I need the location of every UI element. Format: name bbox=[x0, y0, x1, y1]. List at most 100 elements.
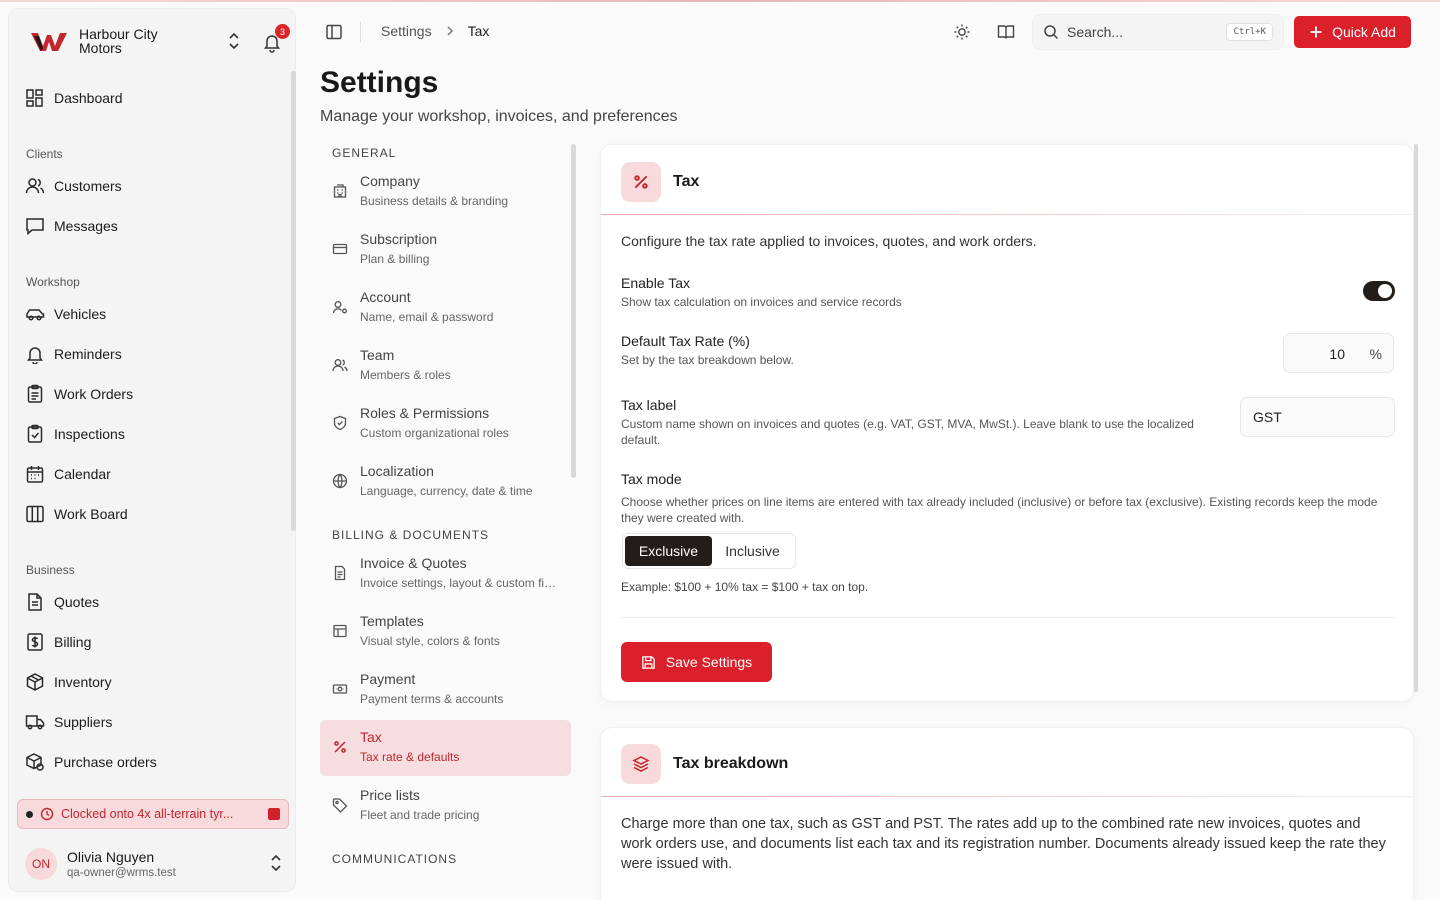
dollar-icon bbox=[27, 633, 43, 651]
search-input[interactable]: Search... Ctrl+K bbox=[1032, 14, 1284, 50]
search-placeholder: Search... bbox=[1067, 24, 1124, 40]
settings-nav-subtitle: Payment terms & accounts bbox=[360, 692, 504, 706]
settings-nav-templates[interactable]: Templates Visual style, colors & fonts bbox=[320, 604, 571, 660]
chevrons-up-down-icon[interactable] bbox=[225, 31, 243, 51]
sidebar-item-purchase-orders[interactable]: Purchase orders bbox=[25, 748, 157, 776]
settings-nav-subtitle: Fleet and trade pricing bbox=[360, 808, 480, 822]
sidebar-item-label: Inspections bbox=[54, 426, 125, 442]
sidebar-item-dashboard[interactable]: Dashboard bbox=[25, 84, 123, 112]
plus-icon bbox=[1310, 26, 1322, 38]
user-email: qa-owner@wrms.test bbox=[67, 867, 176, 879]
users-icon bbox=[25, 178, 45, 194]
settings-group-billing: BILLING & DOCUMENTS bbox=[332, 528, 490, 542]
clock-icon bbox=[40, 807, 54, 821]
card-header-rule bbox=[601, 796, 1413, 797]
sidebar-toggle-icon[interactable] bbox=[324, 22, 344, 42]
tax-breakdown-header: Tax breakdown bbox=[621, 744, 788, 784]
team-icon bbox=[332, 359, 348, 372]
settings-nav-scrollbar[interactable] bbox=[571, 144, 576, 478]
settings-nav-title: Templates bbox=[360, 613, 424, 629]
sidebar-item-label: Calendar bbox=[54, 466, 111, 482]
avatar: ON bbox=[25, 848, 57, 880]
settings-nav-subscription[interactable]: Subscription Plan & billing bbox=[320, 222, 571, 278]
settings-nav-team[interactable]: Team Members & roles bbox=[320, 338, 571, 394]
sidebar-item-quotes[interactable]: Quotes bbox=[25, 588, 99, 616]
brand-logo-icon bbox=[31, 33, 67, 51]
settings-nav-company[interactable]: Company Business details & branding bbox=[320, 164, 571, 220]
tax-label-label: Tax label bbox=[621, 397, 677, 413]
sidebar-item-suppliers[interactable]: Suppliers bbox=[25, 708, 112, 736]
settings-nav-payment[interactable]: Payment Payment terms & accounts bbox=[320, 662, 571, 718]
settings-nav-title: Tax bbox=[360, 729, 382, 745]
settings-nav-account[interactable]: Account Name, email & password bbox=[320, 280, 571, 336]
tax-mode-help: Choose whether prices on line items are … bbox=[621, 495, 1378, 525]
sidebar-item-billing[interactable]: Billing bbox=[25, 628, 91, 656]
quick-add-label: Quick Add bbox=[1332, 24, 1396, 40]
settings-nav-tax[interactable]: Tax Tax rate & defaults bbox=[320, 720, 571, 776]
brand[interactable]: Harbour City Motors bbox=[29, 27, 179, 55]
settings-nav-roles[interactable]: Roles & Permissions Custom organizationa… bbox=[320, 396, 571, 452]
sidebar-item-label: Work Orders bbox=[54, 386, 134, 402]
percent-suffix: % bbox=[1369, 346, 1382, 362]
sidebar-scrollbar[interactable] bbox=[291, 71, 296, 531]
settings-nav-invoice-quotes[interactable]: Invoice & Quotes Invoice settings, layou… bbox=[320, 546, 571, 602]
settings-nav-subtitle: Invoice settings, layout & custom fields bbox=[360, 576, 560, 590]
content-scrollbar[interactable] bbox=[1414, 144, 1418, 692]
notification-badge: 3 bbox=[275, 24, 290, 39]
sidebar-item-work-orders[interactable]: Work Orders bbox=[25, 380, 133, 408]
breadcrumb-settings[interactable]: Settings bbox=[381, 23, 432, 39]
tax-card-header: Tax bbox=[621, 162, 699, 202]
sidebar-item-label: Dashboard bbox=[54, 90, 123, 106]
enable-tax-toggle[interactable] bbox=[1363, 281, 1395, 301]
settings-nav-localization[interactable]: Localization Language, currency, date & … bbox=[320, 454, 571, 510]
default-rate-help: Set by the tax breakdown below. bbox=[621, 353, 794, 367]
bell-icon bbox=[27, 347, 43, 364]
tax-mode-example: Example: $100 + 10% tax = $100 + tax on … bbox=[621, 580, 869, 594]
settings-nav-subtitle: Visual style, colors & fonts bbox=[360, 634, 500, 648]
toolbar-divider bbox=[360, 22, 361, 42]
tax-label-input[interactable]: GST bbox=[1240, 397, 1395, 437]
save-settings-button[interactable]: Save Settings bbox=[621, 642, 772, 682]
sidebar-item-vehicles[interactable]: Vehicles bbox=[25, 300, 106, 328]
clipboard-check-icon bbox=[27, 424, 43, 443]
tax-mode-inclusive-option[interactable]: Inclusive bbox=[712, 536, 793, 566]
tax-label-help: Custom name shown on invoices and quotes… bbox=[621, 417, 1194, 447]
docs-book-icon[interactable] bbox=[996, 22, 1016, 42]
document-icon bbox=[28, 593, 42, 611]
stop-timer-button[interactable] bbox=[268, 808, 280, 820]
sidebar-item-label: Suppliers bbox=[54, 714, 113, 730]
sidebar-item-work-board[interactable]: Work Board bbox=[25, 500, 128, 528]
sidebar-item-calendar[interactable]: Calendar bbox=[25, 460, 111, 488]
settings-nav-price-lists[interactable]: Price lists Fleet and trade pricing bbox=[320, 778, 571, 834]
settings-nav-title: Payment bbox=[360, 671, 416, 687]
dashboard-icon bbox=[26, 89, 43, 107]
sidebar-item-inventory[interactable]: Inventory bbox=[25, 668, 112, 696]
globe-icon bbox=[332, 473, 348, 489]
settings-group-general: GENERAL bbox=[332, 146, 397, 160]
board-icon bbox=[26, 505, 44, 523]
sidebar-item-inspections[interactable]: Inspections bbox=[25, 420, 125, 448]
sidebar-item-reminders[interactable]: Reminders bbox=[25, 340, 122, 368]
default-rate-input[interactable]: 10 % bbox=[1283, 333, 1394, 373]
settings-nav-subtitle: Business details & branding bbox=[360, 194, 509, 208]
sidebar-item-customers[interactable]: Customers bbox=[25, 172, 122, 200]
shield-icon bbox=[333, 415, 347, 431]
settings-nav-title: Roles & Permissions bbox=[360, 405, 490, 421]
percent-icon bbox=[334, 741, 346, 753]
user-menu[interactable]: ON Olivia Nguyen qa-owner@wrms.test bbox=[25, 843, 285, 885]
clipboard-icon bbox=[27, 384, 43, 403]
tax-settings-card: Tax Configure the tax rate applied to in… bbox=[600, 144, 1414, 702]
layout-icon bbox=[333, 624, 347, 638]
theme-sun-icon[interactable] bbox=[952, 22, 972, 42]
settings-nav-subtitle: Plan & billing bbox=[360, 252, 430, 266]
settings-nav-title: Localization bbox=[360, 463, 434, 479]
clocked-on-text: Clocked onto 4x all-terrain tyr... bbox=[61, 807, 234, 821]
settings-nav-title: Account bbox=[360, 289, 411, 305]
breadcrumb-current: Tax bbox=[467, 23, 490, 39]
quick-add-button[interactable]: Quick Add bbox=[1294, 16, 1411, 48]
sidebar-item-messages[interactable]: Messages bbox=[25, 212, 118, 240]
tax-card-description: Configure the tax rate applied to invoic… bbox=[621, 233, 1037, 249]
tax-mode-exclusive-option[interactable]: Exclusive bbox=[625, 536, 712, 566]
clocked-on-banner[interactable]: Clocked onto 4x all-terrain tyr... bbox=[17, 799, 289, 829]
sidebar-item-label: Reminders bbox=[54, 346, 122, 362]
